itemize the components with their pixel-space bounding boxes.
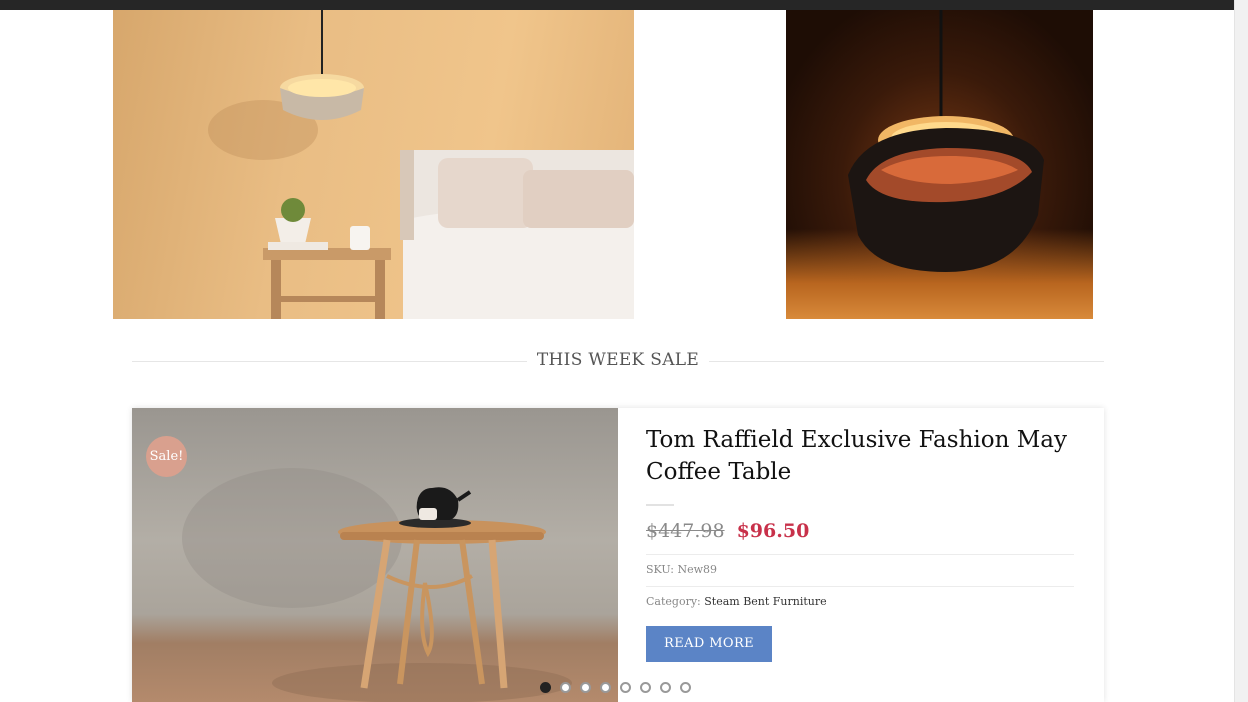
category-line: Category: Steam Bent Furniture — [646, 586, 1074, 608]
category-link[interactable]: Steam Bent Furniture — [704, 595, 826, 608]
page-scrollbar[interactable] — [1234, 0, 1248, 702]
carousel-dot[interactable] — [540, 682, 551, 693]
carousel-dot[interactable] — [600, 682, 611, 693]
carousel-dot[interactable] — [560, 682, 571, 693]
section-heading: THIS WEEK SALE — [132, 348, 1104, 376]
product-card: Sale! Tom Raffield Exclusive Fashion May… — [132, 408, 1104, 702]
sku-value: New89 — [677, 563, 718, 576]
category-label: Category: — [646, 595, 701, 608]
original-price: $447.98 — [646, 520, 725, 542]
carousel-dot[interactable] — [640, 682, 651, 693]
bedroom-illustration — [208, 10, 634, 319]
carousel-dot[interactable] — [660, 682, 671, 693]
product-image[interactable]: Sale! — [132, 408, 618, 702]
product-title[interactable]: Tom Raffield Exclusive Fashion May Coffe… — [646, 424, 1076, 488]
carousel-dots — [540, 682, 691, 693]
top-bar — [0, 0, 1234, 10]
coffee-table-illustration — [182, 468, 572, 702]
sku-label: SKU: — [646, 563, 674, 576]
price-row: $447.98 $96.50 — [646, 520, 1076, 542]
read-more-button[interactable]: READ MORE — [646, 626, 773, 662]
title-divider — [646, 504, 674, 506]
banner-lamp-image[interactable] — [786, 10, 1093, 319]
section-title: THIS WEEK SALE — [536, 350, 700, 370]
carousel-dot[interactable] — [680, 682, 691, 693]
banner-bedroom-image[interactable] — [113, 10, 634, 319]
carousel-dot[interactable] — [580, 682, 591, 693]
pendant-lamp-illustration — [848, 10, 1044, 272]
product-info: Tom Raffield Exclusive Fashion May Coffe… — [646, 424, 1076, 662]
sku-line: SKU: New89 — [646, 554, 1074, 576]
carousel-dot[interactable] — [620, 682, 631, 693]
sale-price: $96.50 — [736, 520, 810, 542]
section-divider-right — [709, 361, 1104, 362]
sale-badge: Sale! — [146, 436, 187, 477]
